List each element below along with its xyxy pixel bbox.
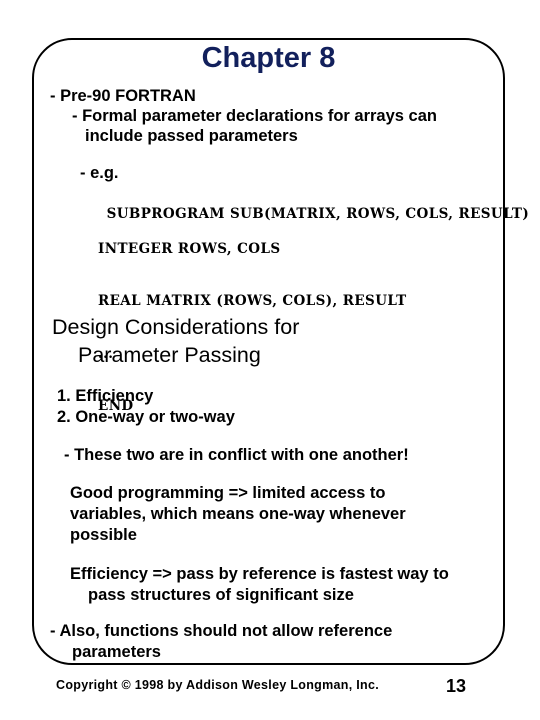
- note-good-line2: variables, which means one-way whenever: [70, 505, 406, 523]
- section-heading-line2: Parameter Passing: [78, 343, 261, 367]
- slide-canvas: Chapter 8 - Pre-90 FORTRAN - Formal para…: [0, 0, 540, 720]
- note-efficiency-line2: pass structures of significant size: [88, 586, 354, 604]
- numbered-list: 1. Efficiency 2. One-way or two-way: [57, 386, 235, 427]
- bullet-formal-line1: - Formal parameter declarations for arra…: [72, 107, 437, 125]
- code-line-3: REAL MATRIX (ROWS, COLS), RESULT: [98, 293, 407, 309]
- note-good-programming: Good programming => limited access to va…: [70, 483, 470, 546]
- note-conflict: - These two are in conflict with one ano…: [64, 445, 409, 465]
- note-good-line3: possible: [70, 526, 137, 544]
- bullet-formal-declarations: - Formal parameter declarations for arra…: [72, 106, 492, 146]
- bullet-pre90-label: - Pre-90 FORTRAN: [50, 87, 196, 105]
- section-heading-design-considerations: Design Considerations for Parameter Pass…: [52, 313, 472, 369]
- code-line-2: INTEGER ROWS, COLS: [98, 240, 281, 257]
- bullet-formal-line2: include passed parameters: [85, 127, 298, 145]
- note-good-line1: Good programming => limited access to: [70, 484, 386, 502]
- page-title: Chapter 8: [201, 42, 336, 74]
- bullet-pre90-fortran: - Pre-90 FORTRAN: [50, 86, 540, 106]
- bullet-eg-text: - e.g.: [80, 164, 119, 182]
- note-also-line1: - Also, functions should not allow refer…: [50, 622, 393, 640]
- section-heading-line1: Design Considerations for: [52, 315, 300, 339]
- note-also-line2: parameters: [72, 643, 161, 661]
- page-number: 13: [446, 676, 467, 696]
- note-conflict-text: - These two are in conflict with one ano…: [64, 446, 409, 464]
- note-efficiency: Efficiency => pass by reference is faste…: [70, 564, 495, 606]
- note-also-functions: - Also, functions should not allow refer…: [50, 621, 480, 663]
- list-item: 2. One-way or two-way: [57, 407, 235, 426]
- list-item: 1. Efficiency: [57, 387, 154, 405]
- footer-copyright: Copyright © 1998 by Addison Wesley Longm…: [56, 678, 379, 692]
- slide-content: Chapter 8 - Pre-90 FORTRAN - Formal para…: [0, 0, 540, 665]
- note-efficiency-line1: Efficiency => pass by reference is faste…: [70, 565, 449, 583]
- bullet-example-label: - e.g.: [80, 163, 540, 183]
- code-line-1: SUBPROGRAM SUB(MATRIX, ROWS, COLS, RESUL…: [106, 205, 530, 222]
